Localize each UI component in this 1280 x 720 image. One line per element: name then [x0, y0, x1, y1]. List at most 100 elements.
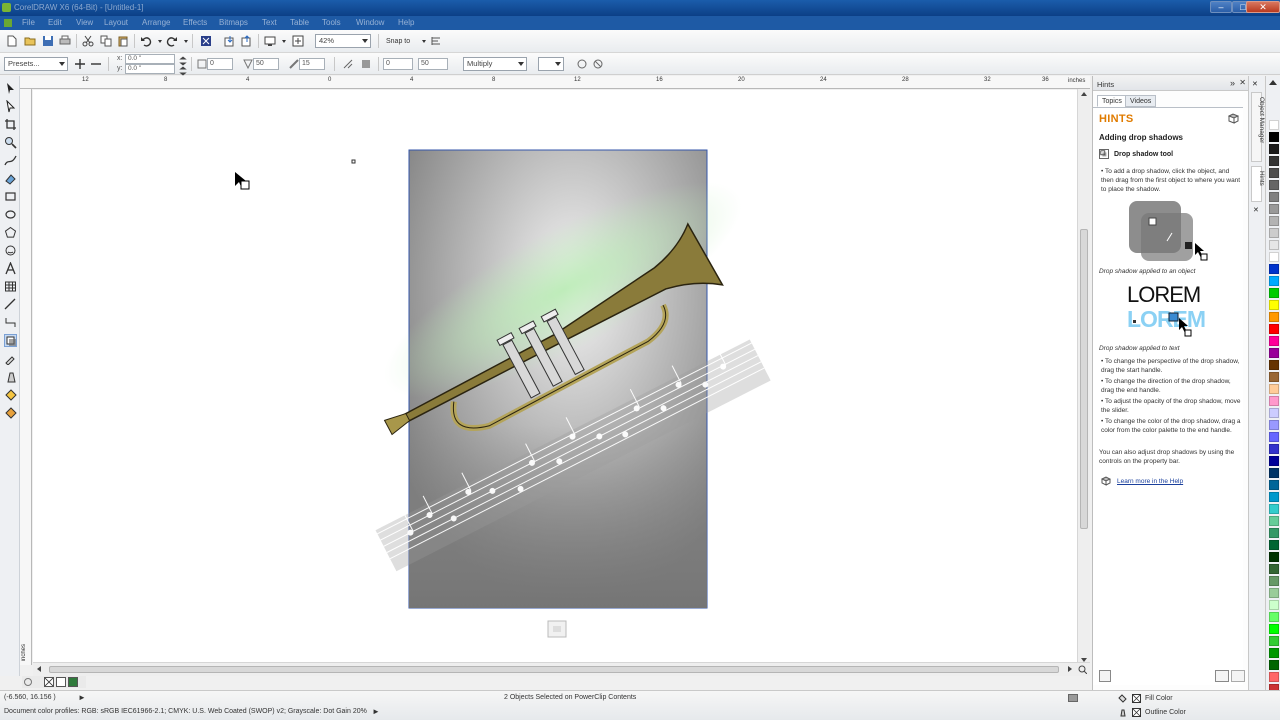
paste-icon[interactable] — [117, 35, 129, 47]
launcher-dropdown-icon[interactable] — [278, 35, 286, 47]
menu-table[interactable]: Table — [290, 18, 309, 27]
y-spin-arrows-icon[interactable] — [177, 65, 187, 76]
outline-none-icon[interactable] — [1132, 708, 1141, 717]
palette-swatch[interactable] — [1269, 204, 1279, 214]
palette-swatch[interactable] — [1269, 180, 1279, 190]
palette-swatch[interactable] — [1269, 276, 1279, 286]
palette-scroll-up-icon[interactable] — [1269, 80, 1277, 85]
palette-swatch[interactable] — [1269, 168, 1279, 178]
palette-swatch[interactable] — [1269, 516, 1279, 526]
polygon-tool-icon[interactable] — [4, 226, 17, 239]
play-arrow-icon[interactable]: ► — [78, 693, 86, 702]
minimize-button[interactable]: – — [1210, 1, 1232, 13]
x-position-input[interactable]: 0.0 " — [125, 54, 175, 64]
color-profiles-text[interactable]: Document color profiles: RGB: sRGB IEC61… — [4, 708, 367, 715]
help-book-icon[interactable] — [1227, 113, 1240, 124]
palette-swatch[interactable] — [1269, 372, 1279, 382]
print-icon[interactable] — [59, 35, 71, 47]
basic-shapes-tool-icon[interactable] — [4, 244, 17, 257]
connector-tool-icon[interactable] — [4, 316, 17, 329]
fill-none-icon[interactable] — [1132, 694, 1141, 703]
presets-select[interactable]: Presets... — [4, 57, 68, 71]
palette-swatch[interactable] — [1269, 396, 1279, 406]
smart-fill-tool-icon[interactable] — [4, 172, 17, 185]
palette-swatch[interactable] — [1269, 564, 1279, 574]
fill-tool-icon[interactable] — [4, 388, 17, 401]
shadow-stretch-input[interactable]: 0 — [383, 58, 413, 70]
y-position-input[interactable]: 0.0 " — [125, 64, 175, 74]
menu-tools[interactable]: Tools — [322, 18, 341, 27]
palette-swatch[interactable] — [1269, 348, 1279, 358]
blend-mode-select[interactable]: Multiply — [463, 57, 527, 71]
menu-bitmaps[interactable]: Bitmaps — [219, 18, 248, 27]
crop-tool-icon[interactable] — [4, 118, 17, 131]
palette-swatch[interactable] — [1269, 540, 1279, 550]
palette-swatch[interactable] — [1269, 672, 1279, 682]
menu-text[interactable]: Text — [262, 18, 277, 27]
snap-to-label[interactable]: Snap to — [386, 38, 410, 45]
dimension-tool-icon[interactable] — [4, 298, 17, 311]
x-spin-arrows-icon[interactable] — [177, 55, 187, 66]
rectangle-tool-icon[interactable] — [4, 190, 17, 203]
zoom-level-select[interactable]: 42% — [315, 34, 371, 48]
open-folder-icon[interactable] — [24, 35, 36, 47]
redo-dropdown-icon[interactable] — [180, 35, 188, 47]
undo-icon[interactable] — [140, 35, 152, 47]
clear-shadow-icon[interactable] — [592, 58, 604, 70]
interactive-fill-tool-icon[interactable] — [4, 406, 17, 419]
tab-hints[interactable]: Hints — [1251, 166, 1265, 202]
no-fill-swatch-icon[interactable] — [44, 677, 54, 687]
palette-swatch[interactable] — [1269, 528, 1279, 538]
palette-swatch[interactable] — [1269, 480, 1279, 490]
learn-more-link[interactable]: Learn more in the Help — [1117, 478, 1183, 485]
palette-swatch[interactable] — [1269, 288, 1279, 298]
close-docker-icon[interactable]: ✕ — [1239, 78, 1246, 87]
shadow-opacity-input[interactable]: 50 — [253, 58, 279, 70]
palette-swatch[interactable] — [1269, 240, 1279, 250]
pick-tool-icon[interactable] — [4, 82, 17, 95]
palette-swatch[interactable] — [1269, 444, 1279, 454]
feather-edges-icon[interactable] — [360, 58, 372, 70]
palette-swatch[interactable] — [1269, 312, 1279, 322]
menu-effects[interactable]: Effects — [183, 18, 207, 27]
shadow-color-picker[interactable] — [538, 57, 564, 71]
scroll-left-icon[interactable] — [37, 666, 41, 672]
palette-swatch[interactable] — [1269, 552, 1279, 562]
palette-swatch[interactable] — [1269, 432, 1279, 442]
palette-swatch[interactable] — [1269, 468, 1279, 478]
horizontal-scrollbar[interactable] — [33, 662, 1090, 676]
drop-shadow-tool-icon[interactable] — [4, 334, 17, 347]
palette-swatch[interactable] — [1269, 636, 1279, 646]
tab-videos[interactable]: Videos — [1125, 95, 1157, 107]
menu-view[interactable]: View — [76, 18, 93, 27]
vertical-scroll-thumb[interactable] — [1080, 229, 1088, 529]
ellipse-tool-icon[interactable] — [4, 208, 17, 221]
text-tool-icon[interactable] — [4, 262, 17, 275]
palette-swatch[interactable] — [1269, 336, 1279, 346]
shape-tool-icon[interactable] — [4, 100, 17, 113]
copy-shadow-properties-icon[interactable] — [576, 58, 588, 70]
horizontal-scroll-thumb[interactable] — [49, 666, 1059, 673]
close-hints-icon[interactable]: ✕ — [1253, 206, 1259, 214]
app-menu-icon[interactable] — [4, 19, 12, 27]
save-icon[interactable] — [42, 35, 54, 47]
cut-icon[interactable] — [82, 35, 94, 47]
drawing-canvas[interactable] — [33, 90, 1077, 662]
scroll-up-icon[interactable] — [1081, 92, 1087, 96]
close-button[interactable]: ✕ — [1246, 1, 1280, 13]
palette-swatch[interactable] — [1269, 408, 1279, 418]
snap-to-dropdown-icon[interactable] — [418, 35, 426, 47]
palette-swatch[interactable] — [1269, 228, 1279, 238]
palette-swatch[interactable] — [1269, 624, 1279, 634]
green-swatch[interactable] — [68, 677, 78, 687]
play-arrow-icon[interactable]: ► — [372, 707, 380, 716]
copy-icon[interactable] — [100, 35, 112, 47]
new-document-icon[interactable] — [6, 35, 18, 47]
options-icon[interactable] — [430, 35, 442, 47]
menu-layout[interactable]: Layout — [104, 18, 128, 27]
close-tab-icon[interactable]: ✕ — [1252, 80, 1258, 88]
application-launcher-icon[interactable] — [264, 35, 276, 47]
horizontal-ruler[interactable]: 12 8 4 0 4 8 12 16 20 24 28 32 36 inches — [20, 76, 1090, 89]
palette-swatch[interactable] — [1269, 576, 1279, 586]
collapse-docker-icon[interactable]: » — [1230, 78, 1235, 88]
